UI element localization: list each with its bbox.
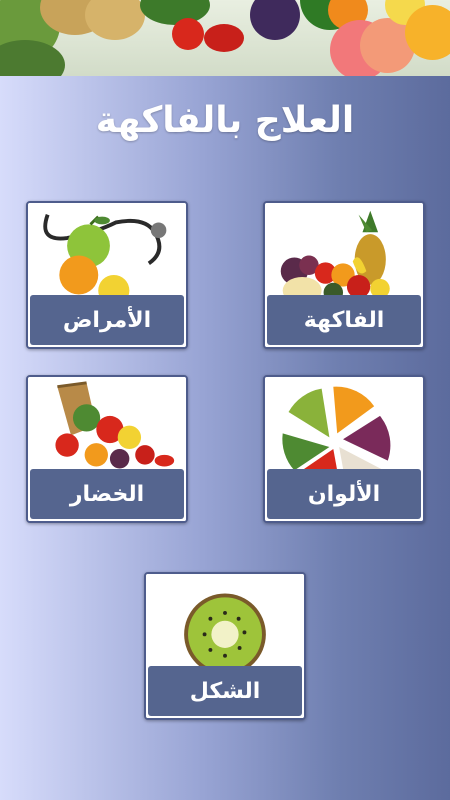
fruits-card[interactable]: الفاكهة bbox=[263, 201, 425, 349]
colors-label: الألوان bbox=[267, 469, 421, 519]
colors-card[interactable]: الألوان bbox=[263, 375, 425, 523]
header-produce-banner bbox=[0, 0, 450, 76]
diseases-label: الأمراض bbox=[30, 295, 184, 345]
vegetables-label: الخضار bbox=[30, 469, 184, 519]
fruits-label: الفاكهة bbox=[267, 295, 421, 345]
page-title: العلاج بالفاكهة bbox=[95, 100, 355, 141]
vegetables-card[interactable]: الخضار bbox=[26, 375, 188, 523]
shape-label: الشكل bbox=[148, 666, 302, 716]
diseases-card[interactable]: الأمراض bbox=[26, 201, 188, 349]
shape-card[interactable]: الشكل bbox=[144, 572, 306, 720]
